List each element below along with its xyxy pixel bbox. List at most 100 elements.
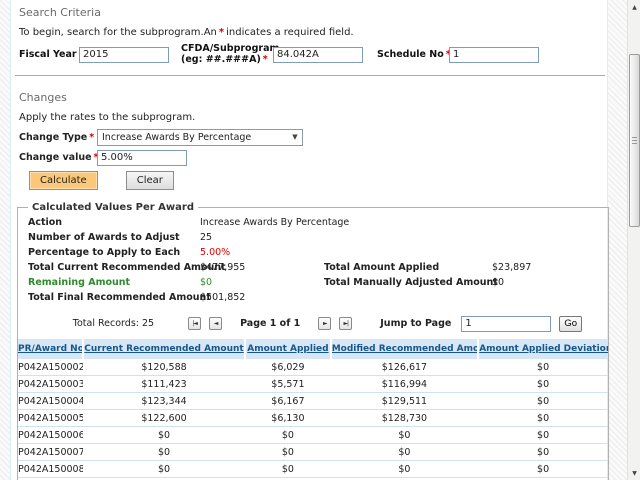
table-cell: $0 [245,444,331,461]
table-cell: $6,167 [245,393,331,410]
remaining-value: $0 [200,275,324,290]
table-row: P042A150004$123,344$6,167$129,511$0 [18,393,608,410]
main-panel: Search Criteria To begin, search for the… [10,0,608,480]
table-cell: $0 [331,444,479,461]
table-header-row: PR/Award No Current Recommended Amount A… [18,339,608,359]
scrollbar-thumb[interactable] [629,54,640,227]
awards-table: PR/Award No Current Recommended Amount A… [18,339,608,480]
section-divider [15,75,605,76]
table-row: P042A150003$111,423$5,571$116,994$0 [18,376,608,393]
table-cell: $123,344 [83,393,245,410]
search-criteria-heading: Search Criteria [19,6,607,19]
table-cell: $0 [478,393,608,410]
percentage-label: Percentage to Apply to Each [28,245,200,260]
table-cell: P042A150005 [18,410,83,427]
page-indicator: Page 1 of 1 [240,318,300,329]
cfda-subprogram-input[interactable] [273,47,363,63]
fiscal-year-input[interactable] [79,47,169,63]
action-value: Increase Awards By Percentage [200,215,324,230]
schedule-no-input[interactable] [449,47,539,63]
table-cell: $0 [83,427,245,444]
table-cell: P042A150007 [18,444,83,461]
column-header-deviation[interactable]: Amount Applied Deviation [478,339,608,359]
total-applied-value: $23,897 [492,260,600,275]
remaining-row: Remaining Amount $0 Total Manually Adjus… [28,275,600,290]
table-row: P042A150008$0$0$0$0 [18,461,608,478]
search-fields-row: Fiscal Year* CFDA/Subprogram (eg: ##.###… [19,44,607,66]
first-page-icon[interactable]: |◄ [188,317,201,330]
required-asterisk: * [261,54,270,65]
change-type-select[interactable]: Increase Awards By Percentage ▼ [97,129,303,146]
schedule-no-label: Schedule No* [377,49,449,60]
column-header-pr-award-no[interactable]: PR/Award No [18,339,83,359]
table-cell: $120,588 [83,359,245,376]
vertical-scrollbar[interactable]: ▲ ▼ [627,0,640,480]
table-cell: $6,130 [245,410,331,427]
remaining-label: Remaining Amount [28,275,200,290]
table-cell: $116,994 [331,376,479,393]
award-table-body: P042A150002$120,588$6,029$126,617$0P042A… [18,359,608,480]
total-records-label: Total Records: 25 [73,318,154,329]
table-cell: $0 [478,427,608,444]
action-row: Action Increase Awards By Percentage [28,215,600,230]
table-cell: $0 [83,461,245,478]
jump-to-page-label: Jump to Page [380,318,451,329]
change-type-selected-value: Increase Awards By Percentage [102,132,288,143]
table-cell: $0 [478,376,608,393]
num-awards-value: 25 [200,230,324,245]
total-final-value: $501,852 [200,290,324,305]
column-header-modified-recommended[interactable]: Modified Recommended Amount [331,339,479,359]
required-asterisk: * [87,132,96,143]
column-header-amount-applied[interactable]: Amount Applied [245,339,331,359]
table-cell: P042A150003 [18,376,83,393]
calculated-values-fieldset: Calculated Values Per Award Action Incre… [17,202,609,480]
prev-page-icon[interactable]: ◄ [209,317,222,330]
table-cell: $0 [331,461,479,478]
change-value-label: Change value* [19,152,97,163]
total-final-label: Total Final Recommended Amount [28,290,200,305]
changes-instructions: Apply the rates to the subprogram. [19,112,607,123]
table-cell: $129,511 [331,393,479,410]
total-current-value: $477,955 [200,260,324,275]
search-instructions: To begin, search for the subprogram.An*i… [19,27,607,38]
changes-heading: Changes [19,91,607,104]
total-current-row: Total Current Recommended Amount $477,95… [28,260,600,275]
table-cell: $0 [83,444,245,461]
changes-buttons-row: Calculate Clear [29,171,607,190]
table-row: P042A150005$122,600$6,130$128,730$0 [18,410,608,427]
change-value-input[interactable] [97,150,187,166]
change-type-label: Change Type* [19,132,97,143]
table-cell: $0 [478,359,608,376]
scroll-up-icon[interactable]: ▲ [628,0,640,14]
table-cell: P042A150006 [18,427,83,444]
next-page-icon[interactable]: ► [318,317,331,330]
table-cell: $0 [245,427,331,444]
action-label: Action [28,215,200,230]
num-awards-label: Number of Awards to Adjust [28,230,200,245]
calculate-button[interactable]: Calculate [29,171,98,190]
num-awards-row: Number of Awards to Adjust 25 [28,230,600,245]
total-manual-value: $0 [492,275,600,290]
scroll-thumb-grip [632,137,637,144]
total-applied-label: Total Amount Applied [324,260,492,275]
cfda-subprogram-label: CFDA/Subprogram (eg: ##.###A)* [181,44,273,66]
column-header-current-recommended[interactable]: Current Recommended Amount [83,339,245,359]
total-current-label: Total Current Recommended Amount [28,260,200,275]
last-page-icon[interactable]: ►| [339,317,352,330]
chevron-down-icon[interactable]: ▼ [288,133,302,141]
total-manual-label: Total Manually Adjusted Amount [324,275,492,290]
table-cell: $6,029 [245,359,331,376]
scroll-down-icon[interactable]: ▼ [628,466,640,480]
total-final-row: Total Final Recommended Amount $501,852 [28,290,600,305]
table-cell: $126,617 [331,359,479,376]
table-cell: P042A150008 [18,461,83,478]
table-cell: $128,730 [331,410,479,427]
table-cell: $0 [478,410,608,427]
jump-to-page-input[interactable] [461,316,551,332]
table-cell: $111,423 [83,376,245,393]
clear-button[interactable]: Clear [126,171,174,190]
required-asterisk: * [217,27,226,38]
change-value-row: Change value* [19,150,607,166]
go-button[interactable]: Go [559,316,582,332]
change-type-row: Change Type* Increase Awards By Percenta… [19,129,607,146]
